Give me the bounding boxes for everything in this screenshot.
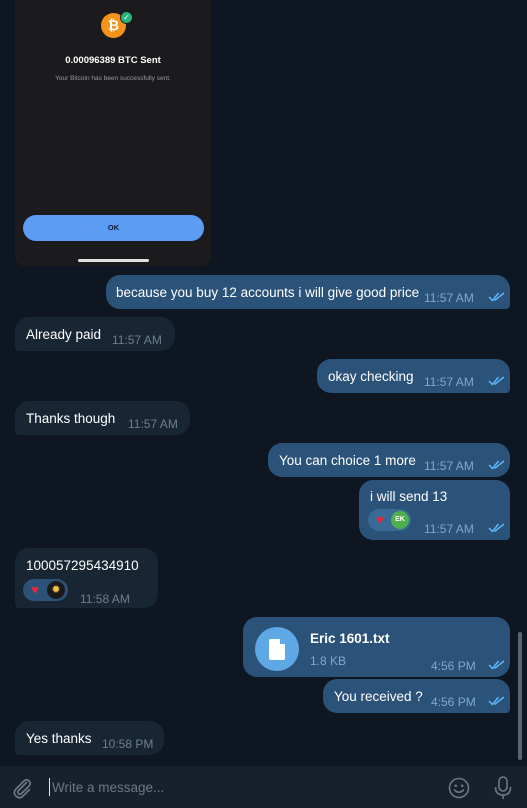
message-time: 4:56 PM — [431, 695, 476, 709]
message-time: 4:56 PM — [431, 659, 476, 673]
read-ticks-icon — [488, 460, 505, 470]
read-ticks-icon — [488, 376, 505, 386]
message-time: 11:57 AM — [424, 522, 474, 536]
heart-reaction-icon: ♥ — [376, 512, 384, 527]
message-text: You received ? — [334, 689, 423, 704]
message-time: 11:57 AM — [424, 291, 474, 305]
file-size: 1.8 KB — [310, 654, 347, 668]
check-badge-icon: ✓ — [120, 11, 133, 24]
read-ticks-icon — [488, 523, 505, 533]
message-outgoing[interactable]: okay checking 11:57 AM — [317, 359, 510, 393]
heart-reaction-icon: ♥ — [31, 582, 39, 597]
message-incoming[interactable]: Yes thanks 10:58 PM — [15, 721, 164, 755]
reactions-pill[interactable]: ♥ EK — [368, 509, 411, 531]
message-text: okay checking — [328, 369, 414, 384]
message-incoming[interactable]: Thanks though 11:57 AM — [15, 401, 190, 435]
file-name[interactable]: Eric 1601.txt — [310, 631, 390, 647]
screenshot-subtitle: Your Bitcoin has been successfully sent. — [55, 75, 171, 82]
message-time: 10:58 PM — [102, 737, 154, 751]
home-indicator — [78, 259, 149, 262]
read-ticks-icon — [488, 292, 505, 302]
message-text: Yes thanks — [26, 731, 92, 746]
message-text: i will send 13 — [370, 489, 448, 504]
message-time: 11:57 AM — [424, 459, 474, 473]
message-text: 100057295434910 — [26, 558, 139, 573]
reactor-avatar: ✹ — [47, 581, 65, 599]
message-outgoing[interactable]: You can choice 1 more 11:57 AM — [268, 443, 510, 477]
reactions-pill[interactable]: ♥ ✹ — [23, 579, 68, 601]
message-time: 11:57 AM — [112, 333, 162, 347]
microphone-icon[interactable] — [491, 775, 515, 801]
screenshot-amount: 0.00096389 BTC Sent — [65, 55, 161, 66]
message-outgoing[interactable]: You received ? 4:56 PM — [323, 679, 510, 713]
message-composer — [0, 766, 527, 808]
message-input[interactable] — [52, 777, 432, 797]
message-text: because you buy 12 accounts i will give … — [116, 285, 420, 300]
chat-scrollbar[interactable] — [518, 632, 522, 760]
text-caret — [49, 778, 50, 796]
message-incoming[interactable]: Already paid 11:57 AM — [15, 317, 175, 351]
file-icon[interactable] — [255, 627, 299, 671]
read-ticks-icon — [488, 660, 505, 670]
message-time: 11:57 AM — [424, 375, 474, 389]
message-text: Already paid — [26, 327, 102, 342]
message-time: 11:57 AM — [128, 417, 178, 431]
sent-screenshot-image[interactable]: ₿ ✓ 0.00096389 BTC Sent Your Bitcoin has… — [15, 0, 211, 266]
message-file[interactable]: Eric 1601.txt 1.8 KB 4:56 PM — [243, 617, 510, 677]
message-text: Thanks though — [26, 411, 116, 426]
screenshot-ok-button: OK — [23, 215, 204, 241]
read-ticks-icon — [488, 696, 505, 706]
document-icon — [269, 639, 285, 660]
message-outgoing[interactable]: i will send 13 ♥ EK 11:57 AM — [359, 480, 510, 540]
reactor-avatar: EK — [391, 511, 409, 529]
chat-history[interactable]: ₿ ✓ 0.00096389 BTC Sent Your Bitcoin has… — [0, 0, 527, 766]
emoji-icon[interactable] — [447, 776, 471, 800]
message-text: You can choice 1 more — [279, 453, 416, 468]
message-outgoing[interactable]: because you buy 12 accounts i will give … — [106, 275, 510, 309]
paperclip-icon[interactable] — [10, 776, 34, 800]
message-time: 11:58 AM — [80, 592, 130, 606]
message-incoming[interactable]: 100057295434910 ♥ ✹ 11:58 AM — [15, 548, 158, 608]
